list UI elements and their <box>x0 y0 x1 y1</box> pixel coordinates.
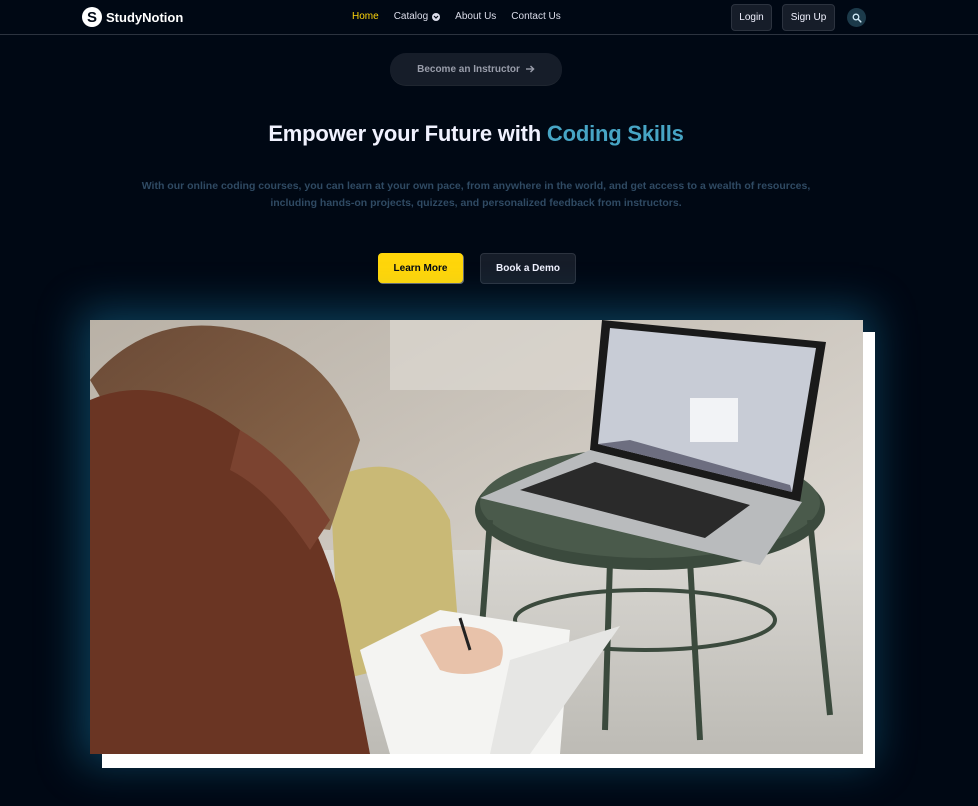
hero-heading-prefix: Empower your Future with <box>268 121 547 146</box>
book-demo-button[interactable]: Book a Demo <box>480 253 576 284</box>
search-button[interactable] <box>847 8 866 27</box>
nav-link-home[interactable]: Home <box>352 11 379 22</box>
learn-more-button[interactable]: Learn More <box>378 253 463 283</box>
nav-links: Home Catalog About Us Contact Us <box>352 11 561 22</box>
hero-illustration <box>90 320 863 754</box>
arrow-right-icon <box>525 65 535 73</box>
signup-button[interactable]: Sign Up <box>782 4 835 31</box>
navbar: S StudyNotion Home Catalog About Us Cont… <box>0 0 978 35</box>
become-instructor-label: Become an Instructor <box>417 63 520 75</box>
hero-media <box>90 320 875 768</box>
nav-link-about[interactable]: About Us <box>455 11 496 22</box>
hero-heading: Empower your Future with Coding Skills <box>0 121 952 147</box>
become-instructor-button[interactable]: Become an Instructor <box>390 53 562 85</box>
chevron-down-icon <box>432 12 441 21</box>
hero-video[interactable] <box>90 320 863 754</box>
login-button[interactable]: Login <box>731 4 772 31</box>
logo-mark-icon: S <box>82 7 102 27</box>
search-icon <box>852 13 862 23</box>
hero-heading-highlight: Coding Skills <box>546 121 684 146</box>
hero-subtext: With our online coding courses, you can … <box>141 180 811 209</box>
logo[interactable]: S StudyNotion <box>82 6 183 28</box>
nav-link-catalog-label: Catalog <box>393 11 429 22</box>
nav-link-catalog[interactable]: Catalog <box>393 11 441 22</box>
logo-text: StudyNotion <box>106 9 184 25</box>
nav-link-contact[interactable]: Contact Us <box>511 11 560 22</box>
